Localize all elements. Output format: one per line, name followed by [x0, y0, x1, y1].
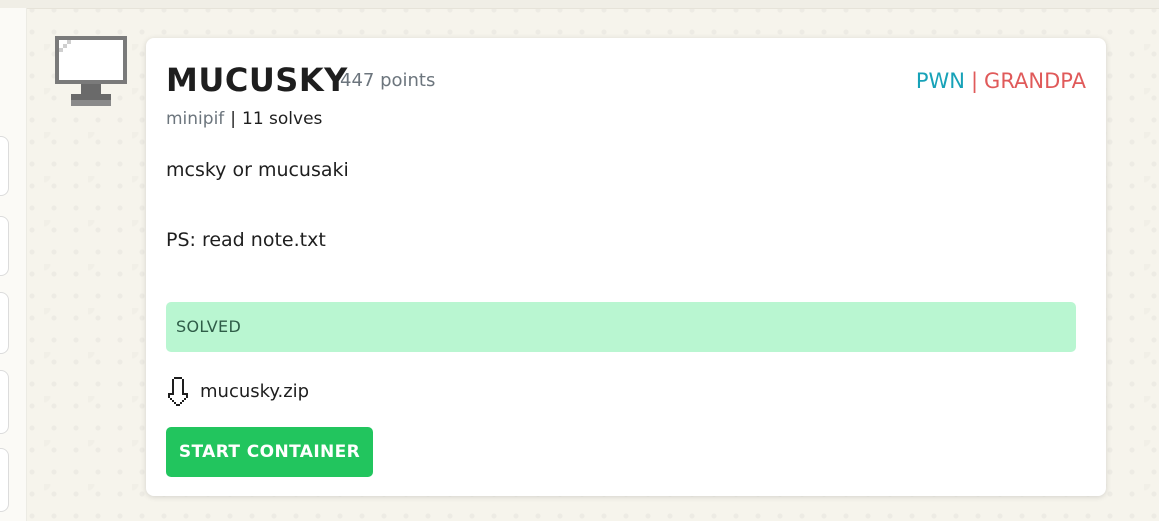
author-name: minipif	[166, 109, 225, 129]
description-line: PS: read note.txt	[166, 229, 326, 251]
solved-status-banner: SOLVED	[166, 302, 1076, 352]
sidebar-tab[interactable]	[0, 448, 9, 512]
sidebar-tab[interactable]	[0, 136, 9, 196]
top-border	[0, 0, 1159, 9]
meta-separator: |	[230, 109, 237, 129]
sidebar-tab[interactable]	[0, 370, 9, 434]
sidebar-tab[interactable]	[0, 216, 9, 276]
solves-count: 11 solves	[242, 109, 323, 129]
monitor-icon	[55, 36, 127, 108]
left-sidebar-rail	[0, 8, 27, 521]
challenge-title: MUCUSKY	[166, 61, 348, 99]
category-tag: PWN	[915, 69, 965, 93]
sidebar-tab[interactable]	[0, 292, 9, 354]
status-text: SOLVED	[176, 317, 242, 336]
challenge-points: 447 points	[340, 70, 436, 91]
challenge-card: MUCUSKY 447 points PWN | GRANDPA minipif | 1…	[146, 38, 1106, 496]
challenge-tags: PWN | GRANDPA	[916, 68, 1086, 94]
download-icon	[168, 377, 188, 406]
tag-separator: |	[970, 69, 979, 93]
start-container-button[interactable]: START CONTAINER	[166, 427, 373, 477]
difficulty-tag: GRANDPA	[984, 69, 1086, 93]
attachment-filename[interactable]: mucusky.zip	[200, 380, 309, 404]
challenge-meta: minipif | 11 solves	[166, 107, 322, 131]
attachment-link[interactable]: mucusky.zip	[166, 376, 309, 408]
description-line: mcsky or mucusaki	[166, 159, 349, 181]
